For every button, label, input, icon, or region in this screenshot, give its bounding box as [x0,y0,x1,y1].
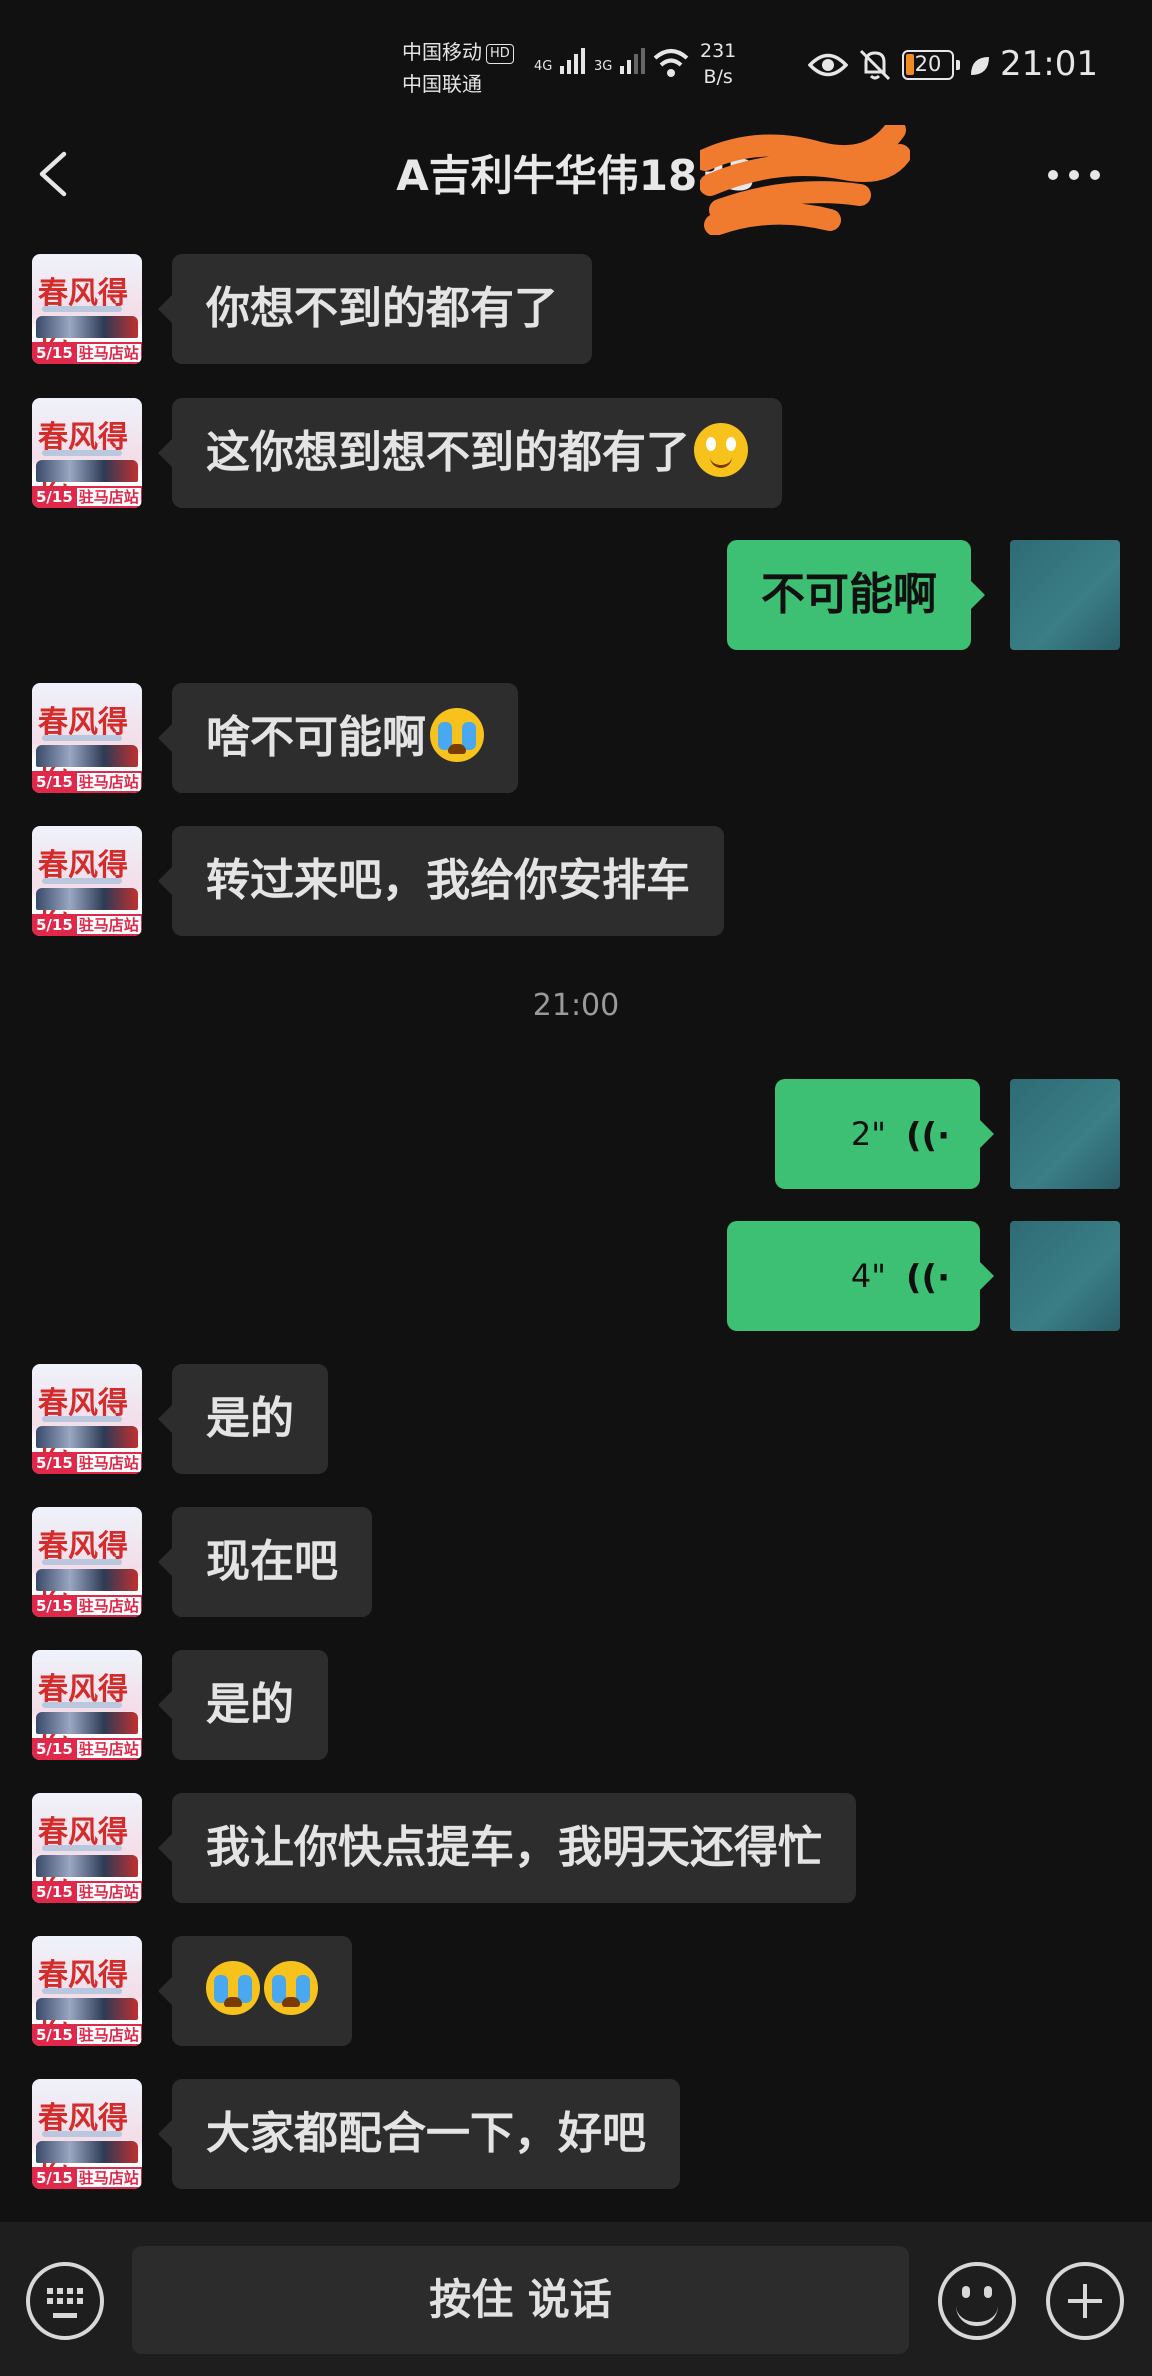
avatar[interactable]: 春风得亿 5/15驻马店站 [32,1364,142,1474]
avatar[interactable]: 春风得亿 5/15驻马店站 [32,683,142,793]
carrier-2: 中国联通 [402,72,482,96]
clock: 21:01 [1000,44,1098,84]
voice-wave-icon: ((· [906,1258,950,1298]
message-bubble[interactable]: 是的 [158,1364,328,1474]
message-bubble[interactable]: 这你想到想不到的都有了 [158,398,782,508]
avatar[interactable]: 春风得亿 5/15驻马店站 [32,1793,142,1903]
carrier-info: 中国移动 HD 中国联通 [402,36,514,100]
battery-indicator: 20 [902,50,960,80]
time-separator: 21:00 [532,988,620,1023]
avatar[interactable]: 春风得亿 5/15驻马店站 [32,826,142,936]
voice-wave-icon: ((· [906,1116,950,1156]
emoji-icon[interactable] [938,2262,1016,2340]
message-bubble[interactable]: 大家都配合一下，好吧 [158,2079,680,2189]
avatar[interactable]: 春风得亿 5/15驻马店站 [32,398,142,508]
avatar[interactable]: 春风得亿 5/15驻马店站 [32,1507,142,1617]
avatar-self[interactable] [1010,540,1120,650]
keyboard-icon[interactable] [26,2262,104,2340]
chat-title: A吉利牛华伟1833 [396,151,756,200]
crying-emoji-icon [430,708,484,762]
hold-to-talk-button[interactable]: 按住 说话 [132,2246,909,2354]
message-bubble-self[interactable]: 不可能啊 [727,540,985,650]
carrier-1: 中国移动 [402,40,482,64]
message-bubble[interactable]: 我让你快点提车，我明天还得忙 [158,1793,856,1903]
message-bubble[interactable]: 你想不到的都有了 [158,254,592,364]
wifi-icon [653,49,689,77]
message-bubble[interactable]: 啥不可能啊 [158,683,518,793]
signal-4g-icon: 4G [534,46,585,74]
leaf-icon [971,57,989,75]
net-type-2: 3G [594,59,613,74]
message-bubble[interactable]: 转过来吧，我给你安排车 [158,826,724,936]
eye-icon [808,53,848,77]
avatar-self[interactable] [1010,1221,1120,1331]
avatar[interactable]: 春风得亿 5/15驻马店站 [32,2079,142,2189]
message-bubble[interactable]: 现在吧 [158,1507,372,1617]
avatar[interactable]: 春风得亿 5/15驻马店站 [32,254,142,364]
network-speed: 231 B/s [700,40,737,88]
crying-emoji-icon [264,1961,318,2015]
redaction-scribble [700,125,910,235]
voice-message[interactable]: 2" ((· [775,1079,994,1189]
more-dots-icon[interactable] [1048,170,1100,182]
avatar[interactable]: 春风得亿 5/15驻马店站 [32,1650,142,1760]
net-type-1: 4G [534,59,553,74]
avatar-self[interactable] [1010,1079,1120,1189]
avatar[interactable]: 春风得亿 5/15驻马店站 [32,1936,142,2046]
message-bubble[interactable] [158,1936,352,2046]
bell-muted-icon [859,49,891,81]
hd-badge: HD [486,44,514,64]
status-bar: 中国移动 HD 中国联通 4G 3G 231 B/s 20 21:01 [0,0,1152,130]
smile-emoji-icon [694,423,748,477]
plus-icon[interactable] [1046,2262,1124,2340]
message-bubble[interactable]: 是的 [158,1650,328,1760]
input-bar: 按住 说话 [0,2222,1152,2376]
signal-3g-icon: 3G [594,46,645,74]
crying-emoji-icon [206,1961,260,2015]
voice-message[interactable]: 4" ((· [727,1221,994,1331]
